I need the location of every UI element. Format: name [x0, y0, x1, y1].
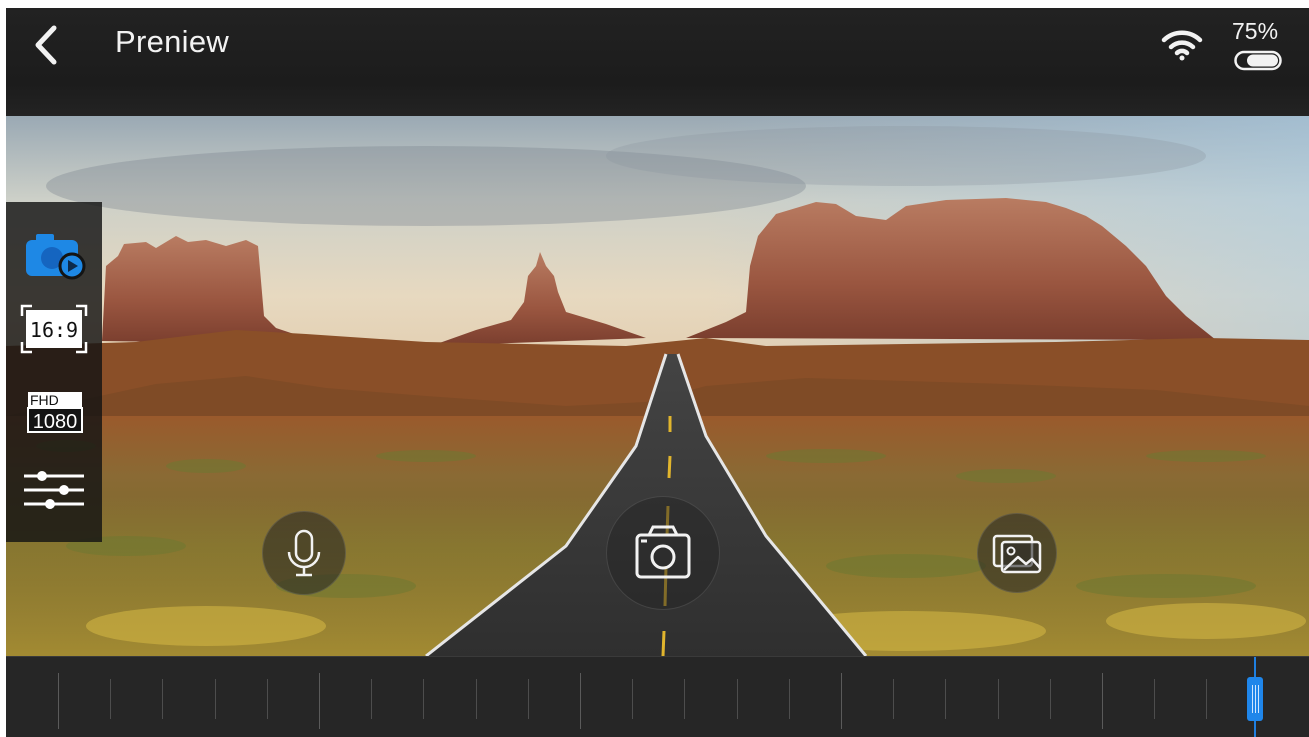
- timeline-tick: [998, 679, 999, 719]
- timeline-tick: [110, 679, 111, 719]
- timeline-tick: [423, 679, 424, 719]
- timeline-tick: [319, 673, 320, 729]
- timeline-tick: [267, 679, 268, 719]
- microphone-button[interactable]: [262, 511, 346, 595]
- timeline-tick: [632, 679, 633, 719]
- battery-percentage: 75%: [1232, 18, 1279, 44]
- timeline-tick: [1154, 679, 1155, 719]
- timeline-tick: [476, 679, 477, 719]
- timeline-tick: [1102, 673, 1103, 729]
- grip-line: [1258, 685, 1259, 713]
- resolution-bottom-label: 1080: [33, 411, 78, 433]
- timeline-tick: [58, 673, 59, 729]
- timeline-tick: [580, 673, 581, 729]
- timeline-tick: [371, 679, 372, 719]
- gallery-button[interactable]: [977, 513, 1057, 593]
- microphone-icon: [287, 529, 321, 577]
- aspect-ratio-label: 16:9: [30, 318, 78, 342]
- timeline-tick: [737, 679, 738, 719]
- timeline-tick: [1050, 679, 1051, 719]
- timeline-tick: [528, 679, 529, 719]
- timeline-tick: [162, 679, 163, 719]
- timeline-tick: [789, 679, 790, 719]
- page-title: Preniew: [115, 24, 230, 59]
- timeline-tick: [684, 679, 685, 719]
- camera-icon: [635, 525, 691, 579]
- resolution-icon: FHD 1080: [27, 392, 83, 433]
- wifi-icon: [1161, 30, 1203, 61]
- playhead-handle[interactable]: [1247, 677, 1263, 721]
- timeline-tick: [215, 679, 216, 719]
- resolution-button[interactable]: FHD 1080: [6, 378, 102, 454]
- gallery-icon: [992, 534, 1042, 574]
- timeline-tick: [893, 679, 894, 719]
- sliders-icon: [24, 471, 84, 509]
- camera-record-icon: [26, 234, 86, 280]
- settings-button[interactable]: [6, 456, 102, 532]
- battery-icon: [1234, 50, 1282, 71]
- grip-line: [1252, 685, 1253, 713]
- camera-preview-screen: Preniew 75% 16:9 FHD 1080: [6, 8, 1309, 737]
- camera-mode-button[interactable]: [6, 210, 102, 286]
- timeline-tick: [841, 673, 842, 729]
- chevron-left-icon: [35, 25, 57, 65]
- aspect-ratio-icon: 16:9: [20, 304, 88, 354]
- grip-line: [1255, 685, 1256, 713]
- side-menu: 16:9 FHD 1080: [6, 202, 102, 542]
- back-button[interactable]: [28, 22, 68, 68]
- shutter-button[interactable]: [606, 496, 720, 610]
- timeline-scrubber[interactable]: [6, 656, 1309, 737]
- timeline-tick: [945, 679, 946, 719]
- top-bar: Preniew 75%: [6, 8, 1309, 116]
- timeline-tick: [1206, 679, 1207, 719]
- resolution-top-label: FHD: [30, 392, 59, 408]
- aspect-ratio-button[interactable]: 16:9: [6, 294, 102, 370]
